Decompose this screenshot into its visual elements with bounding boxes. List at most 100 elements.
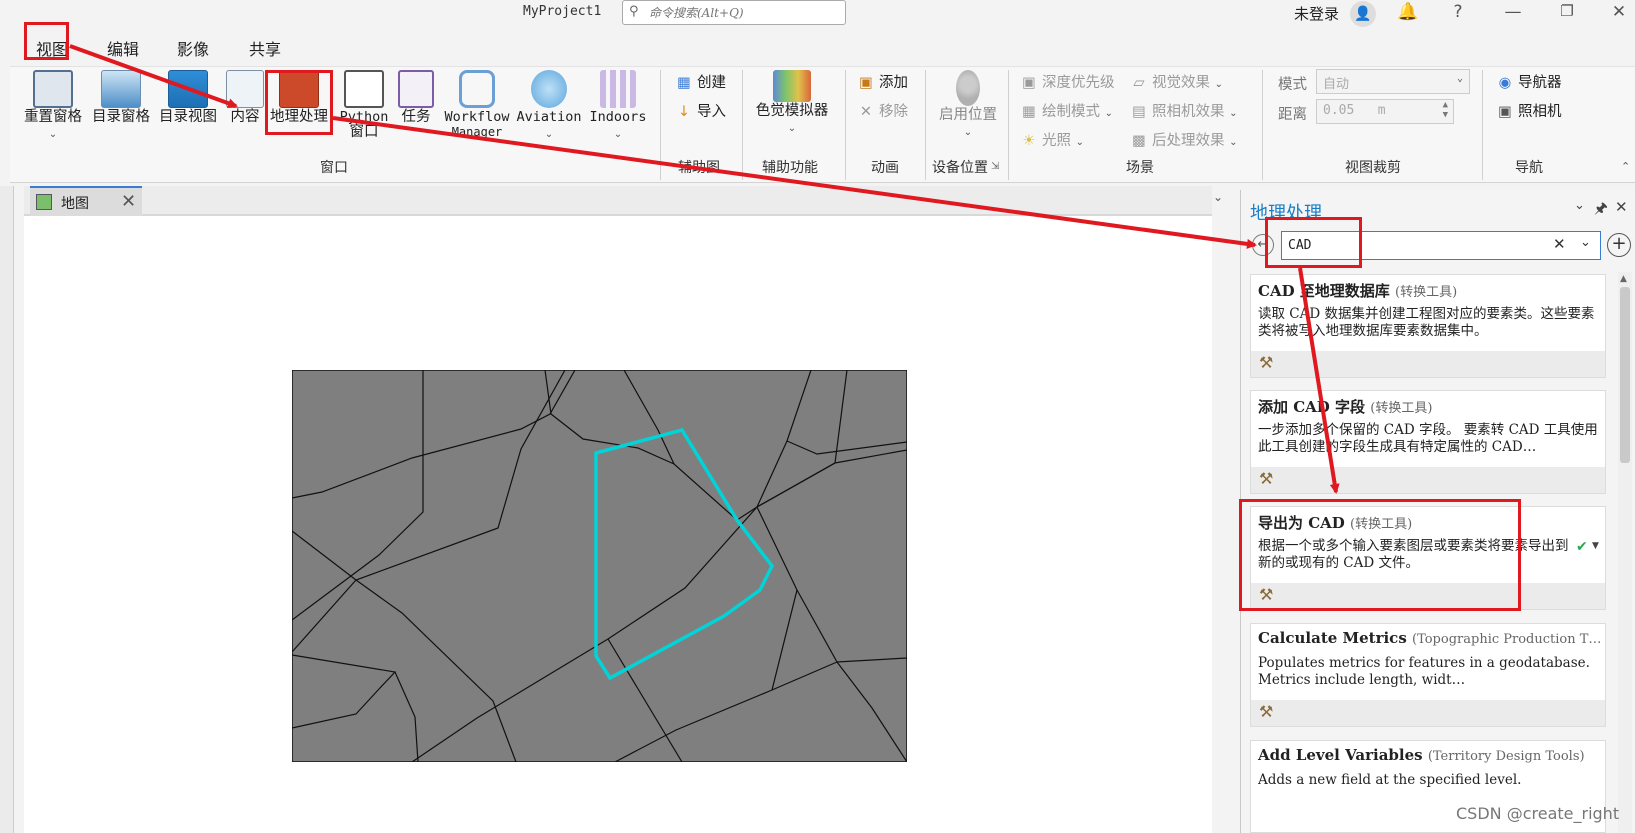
- chevron-down-icon: ⌄: [544, 129, 554, 140]
- navigator-button[interactable]: ◉ 导航器: [1496, 71, 1562, 92]
- map-canvas[interactable]: [292, 370, 907, 762]
- depth-priority-button[interactable]: ▣ 深度优先级: [1020, 71, 1114, 92]
- tool-toolbox: (Territory Design Tools): [1427, 749, 1585, 764]
- animation-add-button[interactable]: ▣ 添加: [857, 71, 908, 92]
- ribbon-separator: [742, 70, 743, 180]
- indoors-icon: [600, 70, 636, 108]
- contents-icon: [226, 70, 264, 108]
- lighting-button[interactable]: ☀ 光照 ⌄: [1020, 129, 1085, 150]
- ribbon-separator: [660, 70, 661, 180]
- clip-distance-input[interactable]: 0.05 m ▲ ▼: [1316, 99, 1454, 124]
- contents-button[interactable]: 内容: [222, 70, 268, 125]
- tool-result-card[interactable]: 添加 CAD 字段 (转换工具) 一步添加多个保留的 CAD 字段。 要素转 C…: [1250, 390, 1606, 494]
- scrollbar-thumb[interactable]: [1620, 287, 1630, 463]
- close-icon[interactable]: ✕: [121, 191, 136, 212]
- command-search-input[interactable]: [649, 3, 839, 22]
- spinner-icon[interactable]: ▲ ▼: [1443, 100, 1448, 120]
- import-button[interactable]: ↓ 导入: [675, 100, 726, 121]
- ribbon-separator: [1262, 70, 1263, 180]
- tool-card-footer: ⚒: [1251, 351, 1605, 377]
- tool-toolbox: (Topographic Production T…: [1412, 632, 1602, 647]
- group-label-window: 窗口: [320, 160, 348, 176]
- add-icon[interactable]: +: [1607, 233, 1631, 257]
- ribbon-separator: [1482, 70, 1483, 180]
- tab-imagery[interactable]: 影像: [177, 36, 209, 60]
- reset-panes-button[interactable]: 重置窗格 ⌄: [22, 70, 84, 141]
- clear-search-icon[interactable]: ✕: [1553, 235, 1566, 253]
- python-console-icon: [344, 70, 384, 108]
- clip-mode-select[interactable]: 自动 ⌄: [1316, 69, 1470, 94]
- chevron-down-icon: ⌄: [613, 129, 623, 140]
- user-avatar-icon[interactable]: 👤: [1350, 1, 1376, 27]
- left-pane-strip[interactable]: [0, 186, 14, 833]
- watermark: CSDN @create_right: [1456, 804, 1620, 823]
- search-icon: ⚲: [629, 4, 639, 19]
- workflow-manager-button[interactable]: Workflow Manager: [440, 70, 514, 140]
- catalog-pane-button[interactable]: 目录窗格: [90, 70, 152, 125]
- arrow-down-icon: ↓: [677, 104, 691, 120]
- color-vision-simulator-button[interactable]: 色觉模拟器 ⌄: [752, 70, 832, 135]
- annotation-box: [265, 70, 333, 135]
- tool-result-card[interactable]: CAD 至地理数据库 (转换工具) 读取 CAD 数据集并创建工程图对应的要素类…: [1250, 274, 1606, 378]
- close-pane-icon[interactable]: ✕: [1615, 198, 1628, 216]
- pane-options-icon[interactable]: ⌄: [1574, 198, 1585, 213]
- cube-icon: ▱: [1133, 75, 1145, 91]
- remove-icon: ✕: [859, 104, 873, 120]
- tool-description: 读取 CAD 数据集并创建工程图对应的要素类。这些要素类将被写入地理数据库要素数…: [1258, 306, 1595, 339]
- tasks-button[interactable]: 任务: [394, 70, 438, 125]
- chevron-down-icon[interactable]: ⌄: [1580, 235, 1591, 250]
- chevron-down-icon: ⌄: [1214, 79, 1223, 90]
- indoors-button[interactable]: Indoors ⌄: [585, 70, 651, 141]
- group-label-navigation: 导航: [1515, 160, 1543, 176]
- collapse-ribbon-icon[interactable]: ⌃: [1621, 160, 1630, 173]
- catalog-pane-icon: [101, 70, 141, 108]
- pin-icon[interactable]: 🖈: [1594, 198, 1608, 223]
- notification-bell-icon[interactable]: 🔔: [1395, 2, 1421, 22]
- catalog-view-button[interactable]: 目录视图: [157, 70, 219, 125]
- tool-description: Populates metrics for features in a geod…: [1258, 655, 1590, 688]
- python-window-button[interactable]: Python 窗口: [334, 70, 394, 140]
- tool-title: 添加 CAD 字段: [1258, 398, 1366, 416]
- tool-result-card[interactable]: Calculate Metrics (Topographic Productio…: [1250, 623, 1606, 727]
- camera-effects-button[interactable]: ▤ 照相机效果 ⌄: [1130, 100, 1237, 121]
- dialog-launcher-icon[interactable]: ⇲: [991, 161, 999, 172]
- workflow-icon: [459, 70, 495, 108]
- close-window-icon[interactable]: ✕: [1606, 2, 1632, 22]
- group-label-animation: 动画: [871, 160, 899, 176]
- chevron-down-icon[interactable]: ⌄: [1213, 190, 1223, 204]
- create-button[interactable]: ▦ 创建: [675, 71, 726, 92]
- tab-edit[interactable]: 编辑: [107, 36, 139, 60]
- tab-map[interactable]: 地图 ✕: [30, 186, 142, 216]
- camera-effects-icon: ▤: [1132, 104, 1146, 120]
- tab-share[interactable]: 共享: [249, 36, 281, 60]
- tool-card-footer: ⚒: [1251, 467, 1605, 493]
- visual-effects-button[interactable]: ▱ 视觉效果 ⌄: [1130, 71, 1223, 92]
- aviation-icon: [531, 70, 567, 108]
- command-search-box[interactable]: ⚲: [622, 0, 846, 25]
- clip-mode-label: 模式: [1278, 77, 1307, 93]
- minimize-icon[interactable]: —: [1500, 2, 1526, 22]
- camera-button[interactable]: ▣ 照相机: [1496, 100, 1561, 121]
- aviation-button[interactable]: Aviation ⌄: [514, 70, 584, 141]
- enable-location-button[interactable]: 启用位置 ⌄: [935, 70, 1001, 139]
- draw-mode-icon: ▦: [1022, 104, 1036, 120]
- location-pin-icon: [956, 70, 980, 106]
- post-effects-icon: ▩: [1132, 133, 1146, 149]
- help-icon[interactable]: ?: [1445, 2, 1471, 22]
- draw-mode-button[interactable]: ▦ 绘制模式 ⌄: [1020, 100, 1113, 121]
- map-icon: [36, 194, 52, 210]
- ribbon-separator: [1008, 70, 1009, 180]
- chevron-down-icon: ⌄: [1456, 73, 1463, 84]
- login-status[interactable]: 未登录: [1294, 3, 1339, 24]
- annotation-box: [1239, 499, 1521, 611]
- hammer-icon: ⚒: [1259, 353, 1274, 372]
- post-effects-button[interactable]: ▩ 后处理效果 ⌄: [1130, 129, 1237, 150]
- chevron-down-icon: ⌄: [963, 127, 973, 138]
- tool-toolbox: (转换工具): [1370, 401, 1433, 416]
- tool-title: CAD 至地理数据库: [1258, 282, 1390, 300]
- chevron-down-icon[interactable]: ▼: [1592, 541, 1599, 551]
- scroll-up-icon[interactable]: ▲: [1620, 274, 1627, 284]
- restore-icon[interactable]: ❐: [1554, 2, 1580, 20]
- checkmark-icon[interactable]: ✔: [1576, 539, 1588, 555]
- animation-remove-button[interactable]: ✕ 移除: [857, 100, 908, 121]
